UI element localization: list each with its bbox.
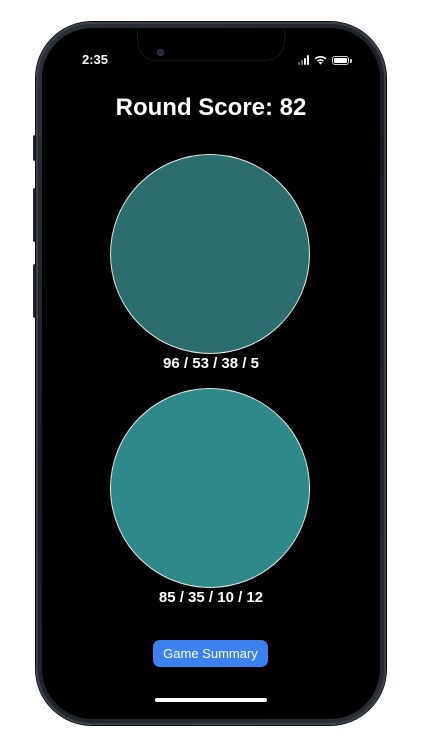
home-indicator[interactable] <box>155 698 267 702</box>
target-color-circle <box>110 154 310 354</box>
page: 2:35 Round Score: 82 96 / 53 / 38 / 5 85… <box>0 0 422 750</box>
wifi-icon <box>314 55 327 65</box>
guess-color-circle <box>110 388 310 588</box>
target-color-label: 96 / 53 / 38 / 5 <box>163 355 259 372</box>
round-score-title: Round Score: 82 <box>115 94 307 121</box>
guess-color-label: 85 / 35 / 10 / 12 <box>158 589 264 606</box>
cellular-signal-icon <box>298 55 309 65</box>
status-icons <box>298 53 352 65</box>
battery-icon <box>332 56 352 65</box>
phone-screen: 2:35 Round Score: 82 96 / 53 / 38 / 5 85… <box>42 28 380 719</box>
status-time: 2:35 <box>82 52 109 67</box>
front-camera-icon <box>157 49 164 56</box>
game-summary-button[interactable]: Game Summary <box>153 640 268 667</box>
